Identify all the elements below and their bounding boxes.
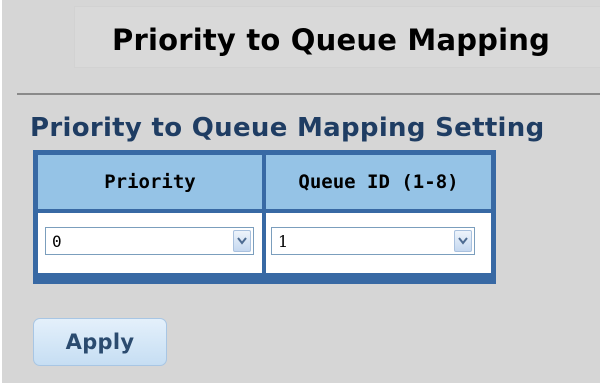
divider bbox=[17, 93, 600, 95]
column-separator bbox=[262, 155, 266, 279]
priority-queue-table: Priority Queue ID (1-8) 0 1 bbox=[33, 150, 496, 284]
queue-id-select[interactable]: 1 bbox=[271, 227, 475, 255]
page-frame: Priority to Queue Mapping Priority to Qu… bbox=[0, 0, 600, 383]
queue-id-select-value: 1 bbox=[278, 232, 289, 251]
table-footer-bar bbox=[38, 273, 491, 279]
chevron-down-icon[interactable] bbox=[454, 230, 472, 252]
priority-select[interactable]: 0 bbox=[45, 227, 254, 255]
section-title: Priority to Queue Mapping Setting bbox=[30, 113, 545, 143]
priority-select-value: 0 bbox=[52, 232, 62, 251]
apply-button[interactable]: Apply bbox=[33, 318, 167, 366]
chevron-down-icon[interactable] bbox=[233, 230, 251, 252]
page-title: Priority to Queue Mapping bbox=[112, 23, 551, 57]
header-queue-id: Queue ID (1-8) bbox=[298, 171, 459, 193]
header-priority: Priority bbox=[104, 171, 196, 193]
